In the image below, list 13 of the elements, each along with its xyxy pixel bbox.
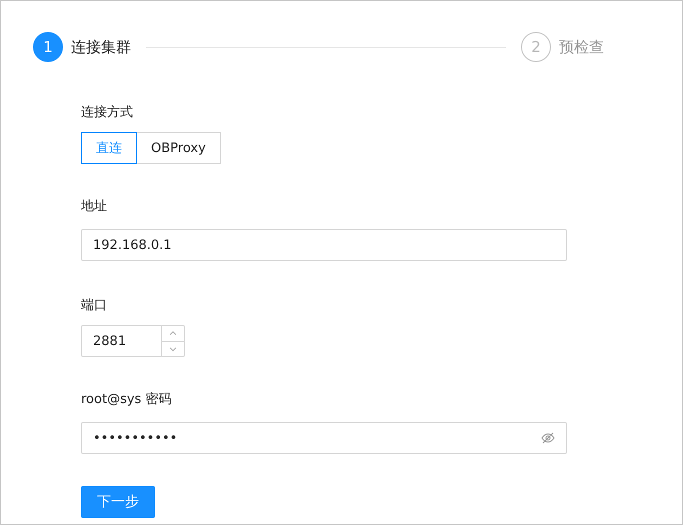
step-number: 1 [33,32,63,62]
eye-slash-icon[interactable] [541,431,555,445]
step-label: 预检查 [559,38,604,56]
field-label: 地址 [81,198,108,216]
address-field[interactable]: 192.168.0.1 [81,229,567,261]
port-field[interactable]: 2881 [81,325,185,357]
segment-button[interactable]: OBProxy [137,132,221,164]
field-label: root@sys 密码 [81,391,172,409]
password-field[interactable]: ••••••••••• [81,422,567,454]
field-label: 连接方式 [81,104,134,122]
step-label: 连接集群 [71,38,131,56]
field-label: 端口 [81,297,108,315]
step-number: 2 [521,32,551,62]
